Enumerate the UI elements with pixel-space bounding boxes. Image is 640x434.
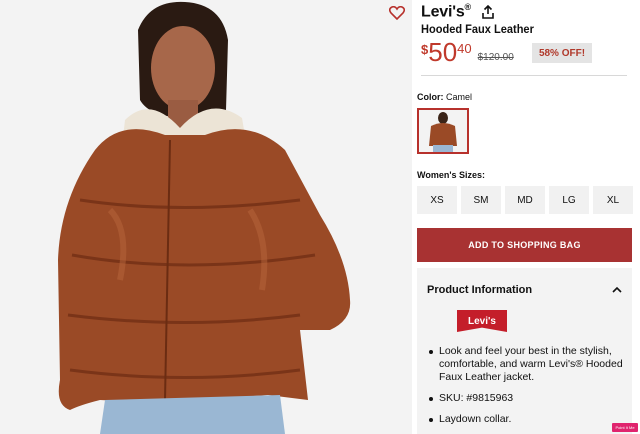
price-cents: 40 [457,41,472,56]
size-option-xs[interactable]: XS [417,186,457,214]
discount-badge: 58% OFF! [532,43,592,63]
wishlist-heart-icon[interactable] [384,2,410,24]
size-option-lg[interactable]: LG [549,186,589,214]
color-swatch-camel[interactable] [417,108,469,154]
model-illustration [0,0,412,434]
sizes-label: Women's Sizes: [417,170,485,180]
original-price: $120.00 [477,52,514,63]
point-it-badge[interactable]: Point It Me [612,423,638,432]
price-currency: $ [421,42,429,57]
brand-row: Levi's® [421,2,495,21]
price-whole: 50 [428,37,458,67]
color-label: Color: Camel [417,92,473,102]
share-icon[interactable] [481,4,495,19]
product-details-list: Look and feel your best in the stylish, … [427,345,627,434]
product-name: Hooded Faux Leather [421,22,534,36]
size-selector: XS SM MD LG XL [417,186,633,214]
size-option-sm[interactable]: SM [461,186,501,214]
color-value: Camel [446,92,473,102]
size-option-md[interactable]: MD [505,186,545,214]
list-item: SKU: #9815963 [427,392,627,405]
divider [421,75,627,76]
product-image[interactable] [0,0,412,434]
product-info-panel: Product Information Levi's Look and feel… [417,268,632,434]
levis-logo: Levi's [457,310,507,332]
brand-name[interactable]: Levi's® [421,2,471,21]
product-info-heading[interactable]: Product Information [427,284,532,296]
price: $ 50 40 $120.00 [421,36,514,68]
list-item: Look and feel your best in the stylish, … [427,345,627,384]
swatch-thumbnail [419,110,467,152]
list-item: Laydown collar. [427,413,627,426]
size-option-xl[interactable]: XL [593,186,633,214]
add-to-bag-button[interactable]: ADD TO SHOPPING BAG [417,228,632,262]
chevron-up-icon[interactable] [612,286,622,294]
